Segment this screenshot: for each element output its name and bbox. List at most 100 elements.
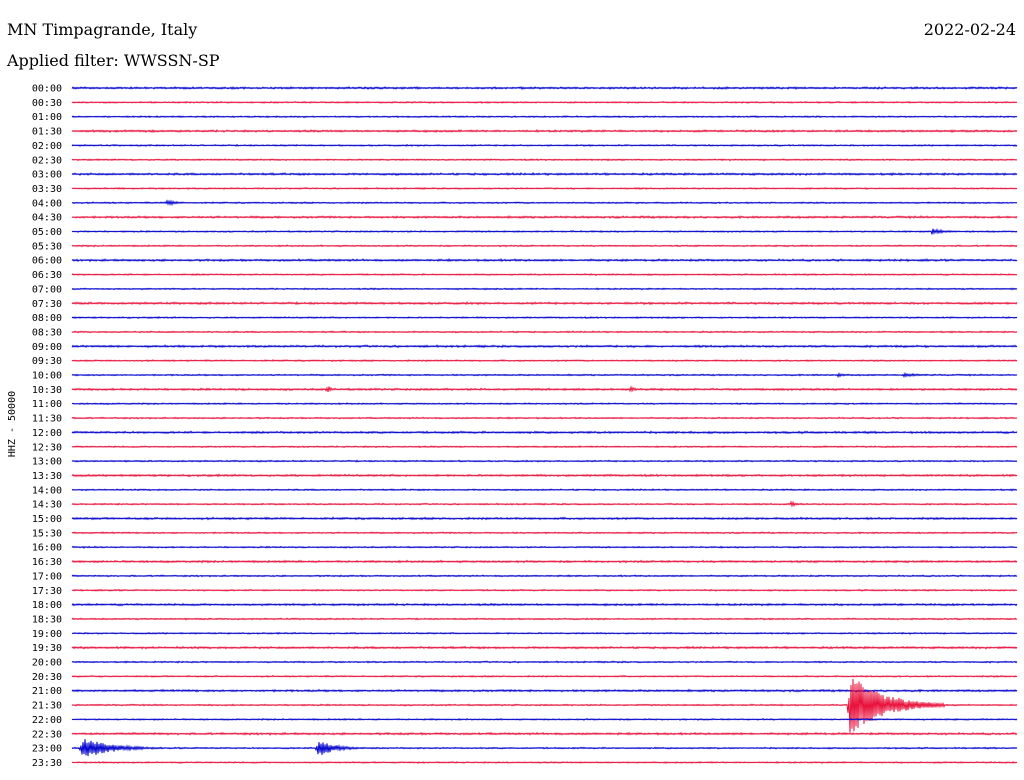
row-time-label: 01:00	[32, 112, 62, 123]
row-time-label: 08:00	[32, 313, 62, 324]
seismic-trace-1100	[71, 402, 1018, 406]
seismic-trace-2000	[71, 660, 1018, 664]
seismic-trace-0200	[71, 143, 1018, 147]
seismic-trace-0530	[71, 244, 1018, 248]
row-time-label: 07:30	[32, 299, 62, 310]
row-time-label: 00:30	[32, 98, 62, 109]
row-time-label: 14:00	[32, 485, 62, 496]
seismic-trace-1630	[71, 559, 1018, 564]
row-time-label: 17:00	[32, 571, 62, 582]
seismic-trace-1730	[71, 588, 1018, 592]
row-time-label: 12:00	[32, 428, 62, 439]
seismic-trace-1230	[71, 445, 1018, 449]
seismic-trace-1600	[71, 545, 1018, 549]
row-time-label: 09:30	[32, 356, 62, 367]
row-time-label: 15:30	[32, 528, 62, 539]
row-time-label: 12:30	[32, 442, 62, 453]
seismic-trace-0830	[71, 330, 1018, 334]
row-time-label: 19:00	[32, 629, 62, 640]
seismic-trace-0330	[71, 186, 1018, 191]
seismic-trace-1900	[71, 631, 1018, 635]
seismic-trace-1000	[71, 371, 1018, 379]
seismic-trace-0230	[71, 158, 1018, 162]
row-time-label: 23:30	[32, 758, 62, 769]
row-time-label: 11:30	[32, 414, 62, 425]
seismic-trace-1830	[71, 617, 1018, 621]
seismic-trace-2300	[71, 739, 1018, 757]
row-time-label: 13:00	[32, 457, 62, 468]
seismic-trace-2030	[71, 674, 1018, 678]
seismic-trace-1030	[71, 385, 1018, 393]
seismic-trace-1800	[71, 602, 1018, 607]
row-time-label: 03:00	[32, 170, 62, 181]
seismic-trace-2200	[71, 717, 1018, 721]
seismic-trace-1330	[71, 473, 1018, 478]
seismic-trace-0030	[71, 100, 1018, 104]
seismic-trace-1300	[71, 459, 1018, 463]
row-time-label: 14:30	[32, 500, 62, 511]
row-time-label: 03:30	[32, 184, 62, 195]
seismic-trace-1430	[71, 500, 1018, 508]
row-time-label: 06:30	[32, 270, 62, 281]
trace-group	[71, 85, 1018, 765]
seismic-trace-1130	[71, 416, 1018, 420]
row-time-label: 13:30	[32, 471, 62, 482]
row-time-label: 02:30	[32, 155, 62, 166]
row-time-label: 21:30	[32, 701, 62, 712]
seismic-trace-0730	[71, 301, 1018, 306]
seismic-trace-0600	[71, 258, 1018, 263]
seismic-trace-0400	[71, 199, 1018, 207]
seismic-trace-1400	[71, 488, 1018, 492]
seismic-trace-2330	[71, 760, 1018, 765]
row-time-label: 00:00	[32, 84, 62, 95]
row-time-label: 05:30	[32, 241, 62, 252]
row-time-label: 22:00	[32, 715, 62, 726]
row-time-label: 20:00	[32, 658, 62, 669]
y-axis-label-group: HHZ - 50000	[7, 391, 18, 457]
row-time-label: 04:00	[32, 198, 62, 209]
seismic-trace-0800	[71, 316, 1018, 320]
seismic-trace-1530	[71, 531, 1018, 535]
row-time-label: 21:00	[32, 686, 62, 697]
row-time-label: 01:30	[32, 127, 62, 138]
row-time-label: 11:00	[32, 399, 62, 410]
row-time-label: 18:00	[32, 600, 62, 611]
tick-label-group: 00:00 00:30 01:00 01:30 02:00 02:30 03:00 03:30…	[32, 84, 62, 769]
row-time-label: 04:30	[32, 213, 62, 224]
row-time-label: 19:30	[32, 643, 62, 654]
seismic-trace-0630	[71, 272, 1018, 277]
row-time-label: 23:00	[32, 744, 62, 755]
row-time-label: 17:30	[32, 586, 62, 597]
seismic-trace-0300	[71, 172, 1018, 177]
seismic-trace-0000	[71, 85, 1018, 91]
seismic-trace-2100	[71, 688, 1018, 693]
row-time-label: 02:00	[32, 141, 62, 152]
row-time-label: 16:30	[32, 557, 62, 568]
seismic-trace-0930	[71, 359, 1018, 363]
seismic-trace-1700	[71, 574, 1018, 578]
row-time-label: 06:00	[32, 256, 62, 267]
row-time-label: 18:30	[32, 614, 62, 625]
row-time-label: 07:00	[32, 284, 62, 295]
row-time-label: 20:30	[32, 672, 62, 683]
seismic-trace-0900	[71, 344, 1018, 349]
seismic-trace-2230	[71, 731, 1018, 736]
helicorder-chart: HHZ - 50000 00:00 00:30 01:00 01:30 02:00 02:…	[7, 84, 1018, 769]
seismic-trace-0130	[71, 128, 1018, 134]
row-time-label: 16:00	[32, 543, 62, 554]
seismic-trace-1200	[71, 430, 1018, 435]
row-time-label: 22:30	[32, 729, 62, 740]
row-time-label: 09:00	[32, 342, 62, 353]
row-time-label: 05:00	[32, 227, 62, 238]
seismic-trace-0430	[71, 214, 1018, 220]
seismic-trace-0500	[71, 227, 1018, 236]
row-time-label: 10:00	[32, 371, 62, 382]
y-axis-label: HHZ - 50000	[7, 391, 18, 457]
row-time-label: 10:30	[32, 385, 62, 396]
seismic-trace-1930	[71, 645, 1018, 650]
seismic-trace-2130	[71, 678, 1018, 733]
seismic-trace-0700	[71, 287, 1018, 291]
row-time-label: 15:00	[32, 514, 62, 525]
row-time-label: 08:30	[32, 327, 62, 338]
seismic-trace-0100	[71, 115, 1018, 119]
